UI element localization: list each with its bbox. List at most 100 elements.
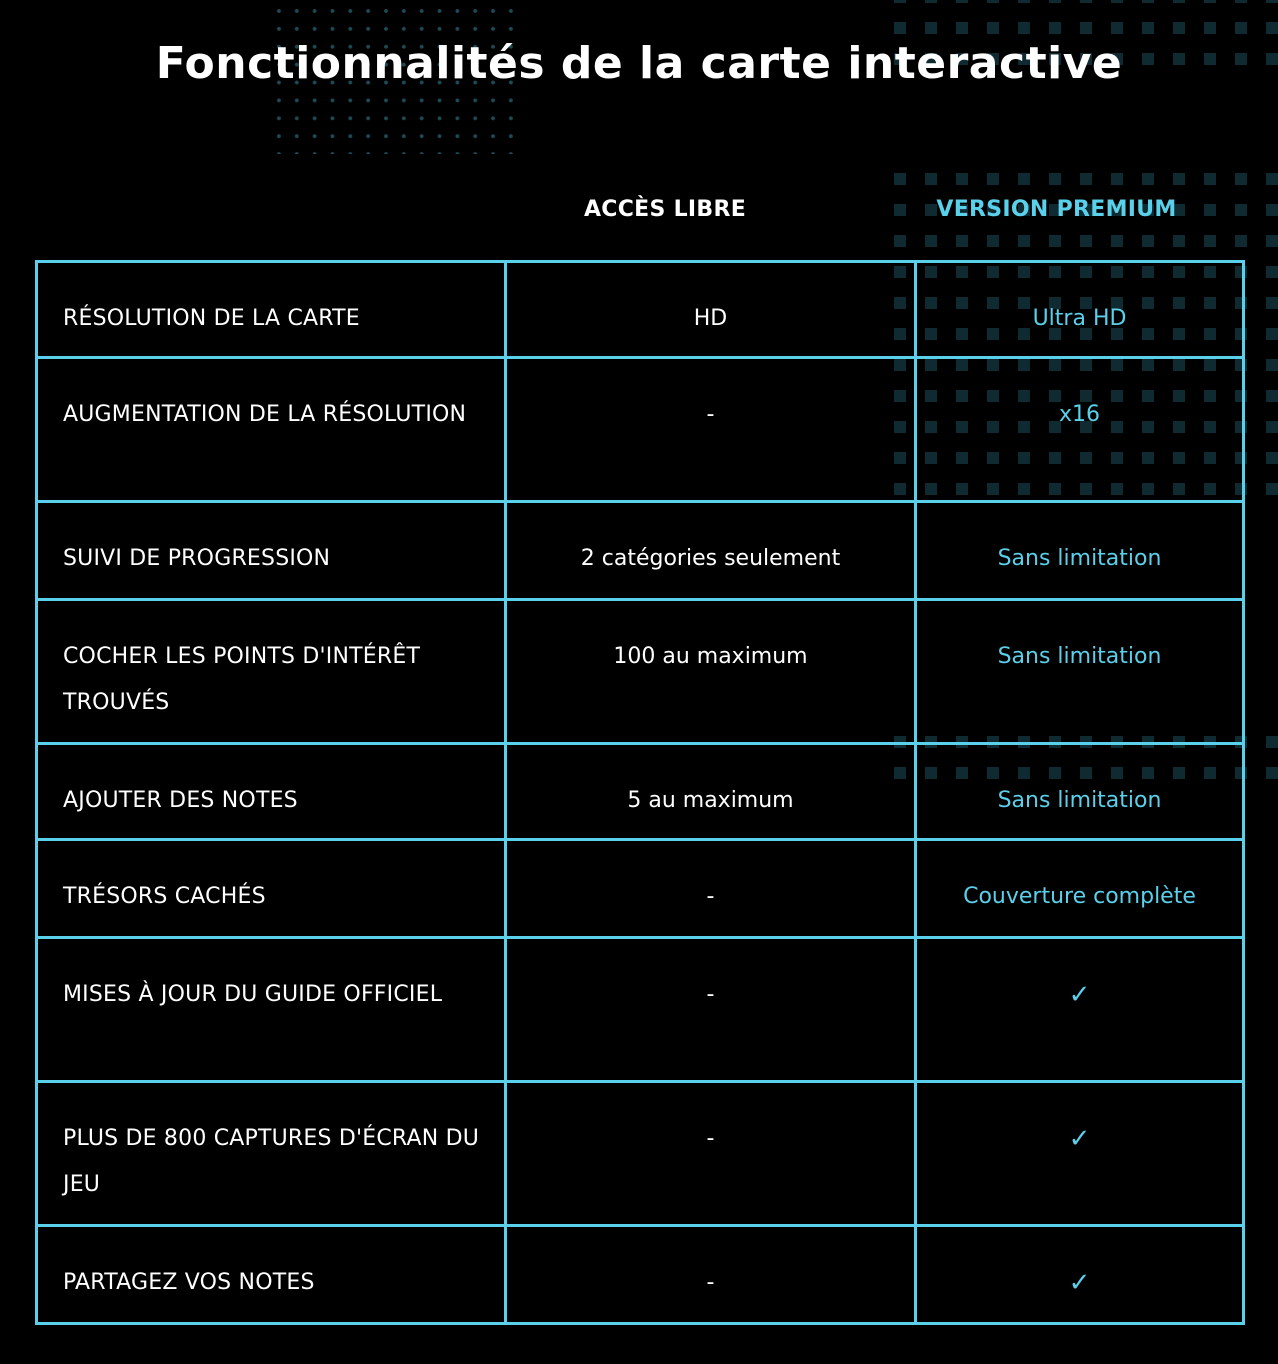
pattern-square	[1142, 0, 1154, 3]
premium-value: Sans limitation	[914, 598, 1245, 745]
pattern-square	[1173, 22, 1185, 34]
pattern-square	[1049, 173, 1061, 185]
feature-label: PLUS DE 800 CAPTURES D'ÉCRAN DU JEU	[35, 1080, 507, 1227]
table-row: AJOUTER DES NOTES 5 au maximum Sans limi…	[35, 742, 1245, 841]
free-value: 100 au maximum	[504, 598, 917, 745]
pattern-square	[894, 235, 906, 247]
page-title: Fonctionnalités de la carte interactive	[155, 38, 1123, 89]
pattern-square	[956, 173, 968, 185]
pattern-square	[987, 0, 999, 3]
premium-value: Ultra HD	[914, 260, 1245, 359]
table-row: PARTAGEZ VOS NOTES - ✓	[35, 1224, 1245, 1325]
feature-label: COCHER LES POINTS D'INTÉRÊT TROUVÉS	[35, 598, 507, 745]
pattern-square	[1049, 235, 1061, 247]
table-row: COCHER LES POINTS D'INTÉRÊT TROUVÉS 100 …	[35, 598, 1245, 745]
checkmark-icon: ✓	[1068, 1268, 1091, 1298]
free-value: -	[504, 356, 917, 503]
table-row: SUIVI DE PROGRESSION 2 catégories seulem…	[35, 500, 1245, 601]
free-value: 2 catégories seulement	[504, 500, 917, 601]
table-row: TRÉSORS CACHÉS - Couverture complète	[35, 838, 1245, 939]
pattern-square	[1111, 173, 1123, 185]
pattern-square	[1266, 235, 1278, 247]
pattern-square	[1018, 173, 1030, 185]
pattern-square	[1204, 173, 1216, 185]
pattern-square	[1173, 173, 1185, 185]
checkmark-icon: ✓	[1068, 1124, 1091, 1154]
pattern-square	[1235, 235, 1247, 247]
comparison-table: RÉSOLUTION DE LA CARTE HD Ultra HD AUGME…	[35, 260, 1245, 1325]
pattern-square	[1266, 0, 1278, 3]
pattern-square	[1266, 483, 1278, 495]
pattern-square	[925, 173, 937, 185]
free-value: -	[504, 1224, 917, 1325]
free-value: 5 au maximum	[504, 742, 917, 841]
feature-label: MISES À JOUR DU GUIDE OFFICIEL	[35, 936, 507, 1083]
pattern-square	[925, 235, 937, 247]
pattern-square	[1111, 22, 1123, 34]
pattern-square	[1266, 22, 1278, 34]
pattern-square	[1018, 235, 1030, 247]
pattern-square	[1080, 0, 1092, 3]
premium-value: Couverture complète	[914, 838, 1245, 939]
pattern-square	[894, 173, 906, 185]
pattern-square	[1173, 235, 1185, 247]
pattern-square	[1266, 297, 1278, 309]
pattern-square	[1266, 421, 1278, 433]
premium-value: Sans limitation	[914, 500, 1245, 601]
table-row: AUGMENTATION DE LA RÉSOLUTION - x16	[35, 356, 1245, 503]
feature-label: PARTAGEZ VOS NOTES	[35, 1224, 507, 1325]
pattern-square	[1080, 22, 1092, 34]
pattern-square	[987, 235, 999, 247]
pattern-square	[1173, 0, 1185, 3]
pattern-square	[1266, 328, 1278, 340]
pattern-square	[1266, 736, 1278, 748]
free-value: -	[504, 1080, 917, 1227]
pattern-square	[987, 173, 999, 185]
pattern-square	[1266, 173, 1278, 185]
column-header-free: ACCÈS LIBRE	[583, 197, 747, 222]
pattern-square	[894, 22, 906, 34]
pattern-square	[1204, 22, 1216, 34]
pattern-square	[956, 22, 968, 34]
pattern-square	[1018, 0, 1030, 3]
premium-value: ✓	[914, 1224, 1245, 1325]
pattern-square	[1266, 390, 1278, 402]
feature-label: TRÉSORS CACHÉS	[35, 838, 507, 939]
pattern-square	[1049, 0, 1061, 3]
table-row: PLUS DE 800 CAPTURES D'ÉCRAN DU JEU - ✓	[35, 1080, 1245, 1227]
free-value: -	[504, 838, 917, 939]
pattern-square	[956, 0, 968, 3]
pattern-square	[1266, 452, 1278, 464]
pattern-square	[1235, 22, 1247, 34]
pattern-square	[925, 22, 937, 34]
pattern-square	[1111, 0, 1123, 3]
feature-label: AJOUTER DES NOTES	[35, 742, 507, 841]
pattern-square	[987, 22, 999, 34]
pattern-square	[1266, 359, 1278, 371]
premium-value: ✓	[914, 936, 1245, 1083]
feature-label: AUGMENTATION DE LA RÉSOLUTION	[35, 356, 507, 503]
checkmark-icon: ✓	[1068, 980, 1091, 1010]
column-header-premium: VERSION PREMIUM	[936, 197, 1177, 222]
free-value: HD	[504, 260, 917, 359]
feature-label: RÉSOLUTION DE LA CARTE	[35, 260, 507, 359]
pattern-square	[1018, 22, 1030, 34]
pattern-square	[1266, 266, 1278, 278]
pattern-square	[1111, 235, 1123, 247]
pattern-square	[1235, 173, 1247, 185]
pattern-square	[1142, 235, 1154, 247]
pattern-square	[1142, 22, 1154, 34]
pattern-square	[956, 235, 968, 247]
premium-value: Sans limitation	[914, 742, 1245, 841]
free-value: -	[504, 936, 917, 1083]
pattern-square	[1080, 173, 1092, 185]
pattern-square	[1204, 0, 1216, 3]
pattern-square	[1235, 0, 1247, 3]
premium-value: x16	[914, 356, 1245, 503]
pattern-square	[1080, 235, 1092, 247]
pattern-square	[1049, 22, 1061, 34]
pattern-square	[1204, 235, 1216, 247]
pattern-square	[1266, 204, 1278, 216]
pattern-square	[894, 0, 906, 3]
pattern-square	[925, 0, 937, 3]
